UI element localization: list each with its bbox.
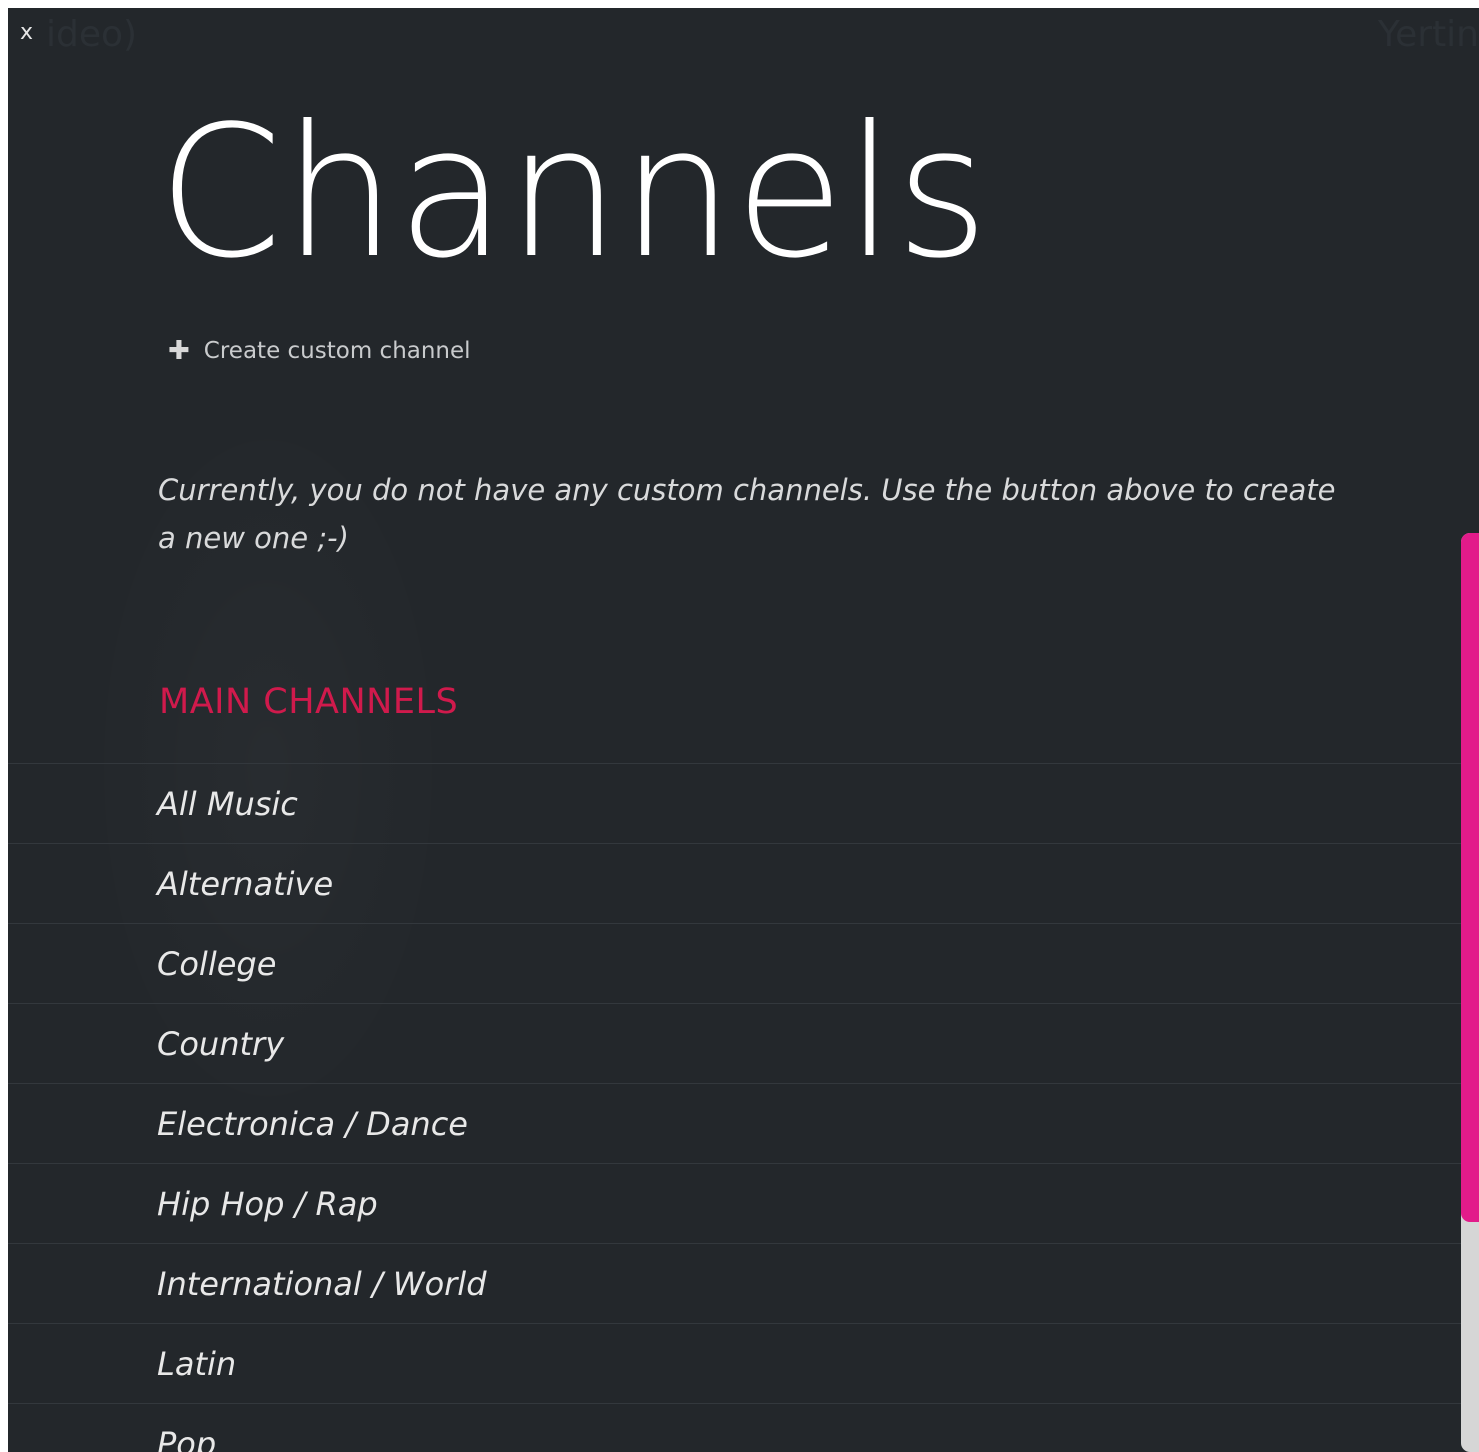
channel-item-hip-hop-rap[interactable]: Hip Hop / Rap [8, 1163, 1461, 1243]
channel-item-pop[interactable]: Pop [8, 1403, 1461, 1452]
background-ghost-text-right: Yertin [1377, 14, 1479, 55]
channel-item-all-music[interactable]: All Music [8, 763, 1461, 843]
main-channels-list: All Music Alternative College Country El… [8, 763, 1461, 1452]
create-custom-channel-label: Create custom channel [203, 338, 471, 364]
channels-panel: ideo) Yertin x Channels ✚ Create custom … [8, 8, 1479, 1452]
page-title: Channels [158, 86, 990, 298]
create-custom-channel-button[interactable]: ✚ Create custom channel [168, 338, 471, 364]
channel-item-international-world[interactable]: International / World [8, 1243, 1461, 1323]
channel-item-electronica-dance[interactable]: Electronica / Dance [8, 1083, 1461, 1163]
scrollbar-thumb[interactable] [1461, 533, 1479, 1222]
main-channels-heading: MAIN CHANNELS [159, 682, 459, 722]
empty-custom-channels-message: Currently, you do not have any custom ch… [158, 473, 1336, 555]
channel-item-alternative[interactable]: Alternative [8, 843, 1461, 923]
channel-item-country[interactable]: Country [8, 1003, 1461, 1083]
close-button[interactable]: x [20, 22, 33, 44]
plus-icon: ✚ [168, 336, 190, 366]
channel-item-latin[interactable]: Latin [8, 1323, 1461, 1403]
channel-item-college[interactable]: College [8, 923, 1461, 1003]
background-ghost-text-left: ideo) [46, 14, 138, 55]
